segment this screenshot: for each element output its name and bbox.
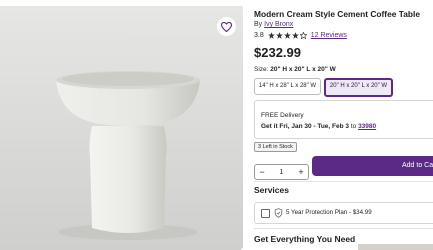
add-to-cart-button[interactable]: Add to Cart bbox=[312, 156, 433, 176]
price: $232.99 bbox=[254, 45, 301, 60]
reviews-link[interactable]: 12 Reviews bbox=[311, 32, 347, 39]
shield-icon bbox=[274, 208, 283, 218]
brand-link[interactable]: Ivy Bronx bbox=[264, 21, 293, 28]
product-title: Modern Cream Style Cement Coffee Table bbox=[254, 9, 420, 19]
protection-plan-label: 5 Year Protection Plan - $34.99 bbox=[286, 209, 372, 216]
size-label: Size: 20" H x 20" L x 20" W bbox=[254, 66, 336, 73]
services-heading: Services bbox=[254, 185, 289, 195]
delivery-date: Get it Fri, Jan 30 - Tue, Feb 3 to 33980 bbox=[261, 123, 376, 130]
product-image[interactable] bbox=[0, 6, 243, 250]
divider bbox=[254, 228, 433, 229]
divider bbox=[254, 181, 433, 182]
heart-icon bbox=[221, 21, 232, 32]
delivery-box: FREE Delivery Get it Fri, Jan 30 - Tue, … bbox=[254, 100, 433, 139]
quantity-decrease-button[interactable]: − bbox=[255, 165, 269, 179]
star-icon bbox=[283, 32, 291, 39]
rating-stars bbox=[267, 32, 307, 39]
rating-value: 3.8 bbox=[254, 32, 264, 39]
star-icon bbox=[299, 32, 307, 39]
by-label: By bbox=[254, 21, 263, 28]
star-icon bbox=[291, 32, 299, 39]
protection-plan-option[interactable]: 5 Year Protection Plan - $34.99 bbox=[254, 202, 433, 224]
product-info-panel: Modern Cream Style Cement Coffee Table B… bbox=[254, 0, 433, 250]
delivery-to: to bbox=[350, 123, 357, 130]
quantity-increase-button[interactable]: + bbox=[294, 165, 308, 179]
zip-code-link[interactable]: 33980 bbox=[358, 123, 376, 130]
section-heading: Get Everything You Need bbox=[254, 234, 356, 244]
related-products-peek bbox=[358, 244, 433, 250]
byline: By Ivy Bronx bbox=[254, 21, 293, 28]
quantity-value[interactable]: 1 bbox=[280, 169, 284, 176]
protection-plan-checkbox[interactable] bbox=[261, 209, 270, 218]
star-icon bbox=[275, 32, 283, 39]
stock-badge: 3 Left in Stock bbox=[254, 142, 297, 152]
size-option-20h-selected[interactable]: 20" H x 20" L x 20" W bbox=[324, 78, 393, 97]
rating-row: 3.8 12 Reviews bbox=[254, 32, 347, 39]
selected-size: 20" H x 20" L x 20" W bbox=[270, 66, 336, 73]
size-label-text: Size: bbox=[254, 66, 269, 73]
size-option-14h[interactable]: 14" H x 28" L x 28" W bbox=[254, 78, 321, 95]
quantity-stepper: − 1 + bbox=[254, 164, 309, 180]
star-icon bbox=[267, 32, 275, 39]
delivery-title: FREE Delivery bbox=[261, 112, 304, 119]
favorite-button[interactable] bbox=[217, 17, 236, 36]
delivery-window: Get it Fri, Jan 30 - Tue, Feb 3 bbox=[261, 123, 350, 130]
